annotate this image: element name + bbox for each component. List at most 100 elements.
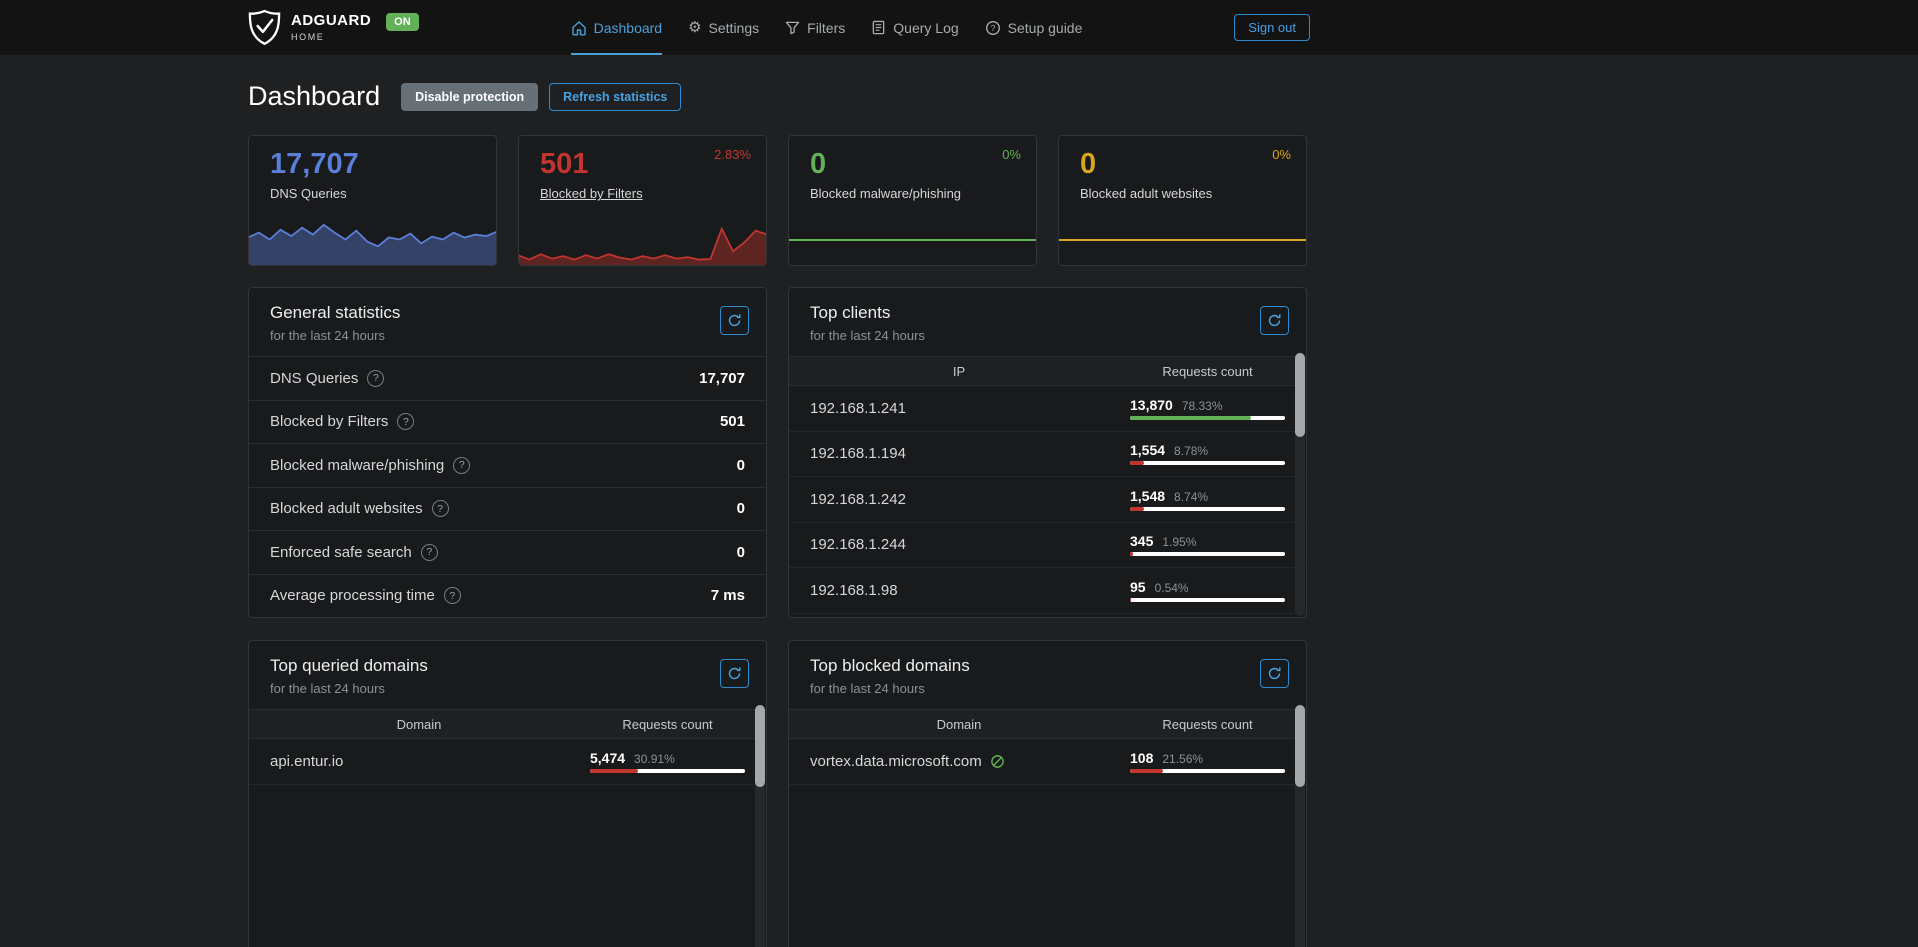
stat-percent: 0% bbox=[1272, 147, 1291, 162]
stat-card-blocked-malware: 0% 0 Blocked malware/phishing bbox=[788, 135, 1037, 266]
general-stats-row: Blocked malware/phishing? 0 bbox=[249, 443, 766, 487]
scrollbar-thumb[interactable] bbox=[1295, 705, 1305, 787]
brand-subtitle: HOME bbox=[291, 32, 371, 42]
scrollbar-thumb[interactable] bbox=[755, 705, 765, 787]
help-icon[interactable]: ? bbox=[367, 370, 384, 387]
stat-card-dns-queries: 17,707 DNS Queries bbox=[248, 135, 497, 266]
protection-status-badge: ON bbox=[386, 13, 419, 31]
cards-row-middle: General statistics for the last 24 hours… bbox=[248, 287, 1307, 618]
column-requests-count: Requests count bbox=[1130, 364, 1285, 379]
requests-progress-bar bbox=[1130, 552, 1285, 556]
help-icon[interactable]: ? bbox=[444, 587, 461, 604]
table-row: 192.168.1.1941,5548.78% bbox=[789, 432, 1306, 478]
refresh-icon bbox=[1267, 666, 1282, 681]
stat-percent: 2.83% bbox=[714, 147, 751, 162]
stat-row-value: 7 ms bbox=[711, 587, 745, 604]
blocked-filters-sparkline bbox=[518, 209, 767, 266]
blocked-domain[interactable]: vortex.data.microsoft.com bbox=[810, 753, 1108, 770]
card-header: Top queried domains for the last 24 hour… bbox=[249, 641, 766, 709]
nav-dashboard[interactable]: Dashboard bbox=[571, 0, 663, 55]
requests-count: 95 bbox=[1130, 579, 1146, 595]
top-blocked-domains-card: Top blocked domains for the last 24 hour… bbox=[788, 640, 1307, 947]
refresh-button[interactable] bbox=[1260, 659, 1289, 688]
requests-count-cell: 5,47430.91% bbox=[590, 750, 745, 773]
nav-setup-guide[interactable]: ? Setup guide bbox=[985, 0, 1083, 55]
stat-row-label: Blocked malware/phishing? bbox=[270, 457, 470, 474]
requests-count: 13,870 bbox=[1130, 397, 1173, 413]
refresh-button[interactable] bbox=[720, 659, 749, 688]
table-row: vortex.data.microsoft.com10821.56% bbox=[789, 739, 1306, 785]
stat-row-label: DNS Queries? bbox=[270, 370, 384, 387]
scrollbar-thumb[interactable] bbox=[1295, 353, 1305, 437]
requests-count: 345 bbox=[1130, 533, 1153, 549]
requests-percent: 1.95% bbox=[1162, 535, 1196, 549]
gear-icon: ⚙ bbox=[688, 20, 701, 35]
client-ip[interactable]: 192.168.1.98 bbox=[810, 582, 1108, 599]
general-stats-table: DNS Queries?17,707Blocked by Filters?501… bbox=[249, 356, 766, 617]
help-icon[interactable]: ? bbox=[421, 544, 438, 561]
stat-cards-row: 17,707 DNS Queries 2.83% 501 Blocked by … bbox=[248, 135, 1307, 266]
queried-domain[interactable]: api.entur.io bbox=[270, 753, 568, 770]
requests-progress-bar bbox=[590, 769, 745, 773]
refresh-icon bbox=[727, 666, 742, 681]
requests-percent: 0.54% bbox=[1155, 581, 1189, 595]
requests-progress-bar bbox=[1130, 461, 1285, 465]
help-icon[interactable]: ? bbox=[432, 500, 449, 517]
table-row: 192.168.1.244 345 1.95% bbox=[789, 523, 1306, 569]
nav-settings[interactable]: ⚙ Settings bbox=[688, 0, 759, 55]
adguard-logo: ADGUARD HOME ON bbox=[248, 9, 419, 46]
client-ip[interactable]: 192.168.1.194 bbox=[810, 445, 1108, 462]
help-icon[interactable]: ? bbox=[453, 457, 470, 474]
refresh-button[interactable] bbox=[1260, 306, 1289, 335]
client-ip[interactable]: 192.168.1.244 bbox=[810, 536, 1108, 553]
card-title: Top queried domains bbox=[270, 656, 745, 676]
general-stats-row: DNS Queries?17,707 bbox=[249, 356, 766, 400]
brand-name: ADGUARD bbox=[291, 13, 371, 30]
client-ip[interactable]: 192.168.1.242 bbox=[810, 491, 1108, 508]
general-stats-row: Enforced safe search?0 bbox=[249, 530, 766, 574]
requests-percent: 78.33% bbox=[1182, 399, 1223, 413]
stat-value: 17,707 bbox=[270, 148, 475, 181]
refresh-statistics-button[interactable]: Refresh statistics bbox=[549, 83, 681, 111]
requests-percent: 21.56% bbox=[1162, 752, 1203, 766]
refresh-button[interactable] bbox=[720, 306, 749, 335]
nav-query-log[interactable]: Query Log bbox=[871, 0, 958, 55]
nav-label: Query Log bbox=[893, 20, 958, 36]
log-document-icon bbox=[871, 20, 886, 35]
stat-value: 0 bbox=[810, 148, 1015, 181]
stat-row-value: 0 bbox=[737, 457, 745, 474]
table-header: IP Requests count bbox=[789, 356, 1306, 386]
requests-count-cell: 95 0.54% bbox=[1130, 579, 1285, 602]
nav-filters[interactable]: Filters bbox=[785, 0, 845, 55]
requests-progress-bar bbox=[1130, 416, 1285, 420]
stat-row-value: 0 bbox=[737, 500, 745, 517]
refresh-icon bbox=[727, 313, 742, 328]
stat-row-label: Blocked by Filters? bbox=[270, 413, 414, 430]
stat-label: Blocked malware/phishing bbox=[810, 186, 961, 201]
card-subtitle: for the last 24 hours bbox=[810, 328, 1285, 343]
table-row: 192.168.1.98 95 0.54% bbox=[789, 568, 1306, 614]
card-header: Top clients for the last 24 hours bbox=[789, 288, 1306, 356]
table-row: 192.168.1.241 13,870 78.33% bbox=[789, 386, 1306, 432]
general-stats-row: Average processing time? 7 ms bbox=[249, 574, 766, 618]
disable-protection-button[interactable]: Disable protection bbox=[401, 83, 538, 111]
svg-text:?: ? bbox=[990, 23, 995, 33]
column-requests-count: Requests count bbox=[590, 717, 745, 732]
requests-percent: 8.74% bbox=[1174, 490, 1208, 504]
requests-count-cell: 345 1.95% bbox=[1130, 533, 1285, 556]
blocked-by-filters-link[interactable]: Blocked by Filters bbox=[540, 186, 643, 201]
stat-row-label: Blocked adult websites? bbox=[270, 500, 449, 517]
sign-out-button[interactable]: Sign out bbox=[1234, 14, 1310, 41]
help-icon[interactable]: ? bbox=[397, 413, 414, 430]
stat-label: DNS Queries bbox=[270, 186, 347, 201]
stat-row-label: Average processing time? bbox=[270, 587, 461, 604]
client-ip[interactable]: 192.168.1.241 bbox=[810, 400, 1108, 417]
general-stats-row: Blocked adult websites? 0 bbox=[249, 487, 766, 531]
requests-progress-bar bbox=[1130, 769, 1285, 773]
requests-count-cell: 1,5488.74% bbox=[1130, 488, 1285, 511]
nav-label: Filters bbox=[807, 20, 845, 36]
page-title: Dashboard bbox=[248, 81, 380, 112]
table-header: Domain Requests count bbox=[789, 709, 1306, 739]
main-nav: Dashboard ⚙ Settings Filters Query Log ?… bbox=[558, 0, 1096, 55]
card-header: General statistics for the last 24 hours bbox=[249, 288, 766, 356]
